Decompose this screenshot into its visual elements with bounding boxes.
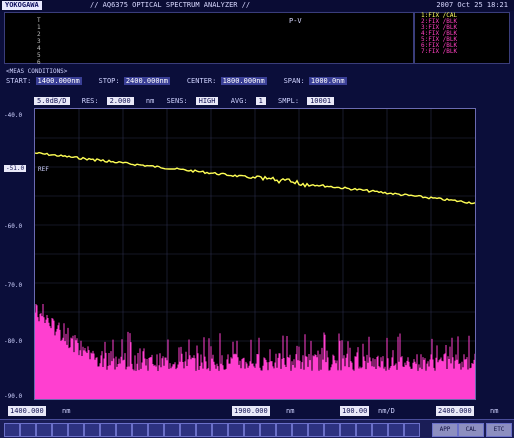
sens-label: SENS: [166, 97, 188, 105]
softkey-button[interactable] [340, 423, 356, 437]
start-value[interactable]: 1400.000nm [35, 77, 82, 85]
center-value[interactable]: 1800.000nm [220, 77, 267, 85]
softkey-button[interactable] [292, 423, 308, 437]
softkey-button[interactable] [372, 423, 388, 437]
parameter-bar: 5.0dB/D RES: 2.000 nm SENS: HIGH AVG: 1 SMP… [34, 96, 510, 107]
softkey-button[interactable] [196, 423, 212, 437]
cal-button[interactable]: CAL [458, 423, 484, 437]
etc-button[interactable]: ETC [486, 423, 512, 437]
y-axis-label: -90.0 [4, 393, 23, 400]
softkey-button[interactable] [100, 423, 116, 437]
trace-panel[interactable]: 1:FIX /CAL 2:FIX /BLK 3:FIX /BLK 4:FIX /… [414, 12, 510, 64]
scale-value[interactable]: 5.0dB/D [34, 97, 70, 105]
marker-row: 1 [37, 24, 41, 31]
softkey-button[interactable] [116, 423, 132, 437]
stop-unit: nm [490, 407, 499, 415]
app-button[interactable]: APP [432, 423, 458, 437]
instrument-title: // AQ6375 OPTICAL SPECTRUM ANALYZER // [90, 1, 251, 9]
y-axis-label: -70.0 [4, 282, 23, 289]
avg-label: AVG: [230, 97, 248, 105]
marker-list: T 1 2 3 4 5 6 [37, 17, 41, 66]
marker-row: 2 [37, 31, 41, 38]
stop-wavelength: 2400.000 [436, 406, 474, 416]
marker-row: 3 [37, 38, 41, 45]
span-value[interactable]: 1000.0nm [308, 77, 347, 85]
x-axis-values: 1400.000 nm 1900.000 nm 100.00 nm/D 2400… [0, 406, 514, 416]
sens-value[interactable]: HIGH [195, 97, 219, 105]
reference-level-box: -51.0 [4, 165, 27, 172]
y-axis-label: -40.0 [4, 112, 23, 119]
span-label: SPAN: [283, 77, 305, 85]
softkey-button[interactable] [212, 423, 228, 437]
marker-row: 5 [37, 52, 41, 59]
start-unit: nm [62, 407, 71, 415]
title-bar: YOKOGAWA // AQ6375 OPTICAL SPECTRUM ANAL… [0, 0, 514, 11]
conditions-heading: <MEAS CONDITIONS> [6, 68, 68, 75]
brand-logo: YOKOGAWA [2, 1, 42, 10]
softkey-button[interactable] [308, 423, 324, 437]
softkey-button[interactable] [404, 423, 420, 437]
softkey-button[interactable] [180, 423, 196, 437]
softkey-button[interactable] [148, 423, 164, 437]
softkey-button[interactable] [68, 423, 84, 437]
smpl-value[interactable]: 10001 [307, 97, 335, 105]
softkey-button[interactable] [276, 423, 292, 437]
marker-panel: T 1 2 3 4 5 6 P-V [4, 12, 414, 66]
per-div-value: 100.00 [340, 406, 370, 416]
y-axis-label: -60.0 [4, 223, 23, 230]
softkey-button[interactable] [36, 423, 52, 437]
softkey-button[interactable] [228, 423, 244, 437]
softkey-button[interactable] [20, 423, 36, 437]
softkey-button[interactable] [132, 423, 148, 437]
softkey-button[interactable] [52, 423, 68, 437]
spectrum-svg: REF [34, 109, 476, 399]
softkey-button[interactable] [388, 423, 404, 437]
softkey-button[interactable] [4, 423, 20, 437]
softkey-button[interactable] [324, 423, 340, 437]
smpl-label: SMPL: [278, 97, 300, 105]
softkey-button[interactable] [356, 423, 372, 437]
softkey-button[interactable] [244, 423, 260, 437]
peak-valley-label: P-V [289, 17, 302, 25]
center-wavelength: 1900.000 [232, 406, 270, 416]
per-div-unit: nm/D [378, 407, 395, 415]
measurement-conditions: <MEAS CONDITIONS> START: 1400.000nm STOP… [4, 66, 510, 88]
res-label: RES: [81, 97, 99, 105]
center-label: CENTER: [186, 77, 217, 85]
spectrum-plot[interactable]: REF [34, 108, 476, 400]
softkey-button[interactable] [84, 423, 100, 437]
res-unit: nm [145, 97, 155, 105]
start-wavelength: 1400.000 [8, 406, 46, 416]
start-label: START: [6, 77, 32, 85]
y-axis-label: -80.0 [4, 338, 23, 345]
marker-row: 4 [37, 45, 41, 52]
res-value[interactable]: 2.000 [106, 97, 134, 105]
marker-row: T [37, 17, 41, 24]
stop-value[interactable]: 2400.000nm [123, 77, 170, 85]
soft-key-toolbar: APP CAL ETC [0, 419, 514, 438]
softkey-button[interactable] [260, 423, 276, 437]
softkey-button[interactable] [164, 423, 180, 437]
ref-marker-text: REF [38, 166, 49, 173]
stop-label: STOP: [98, 77, 120, 85]
date-time: 2007 Oct 25 18:21 [436, 1, 508, 9]
trace-row[interactable]: 7:FIX /BLK [415, 49, 509, 55]
avg-value[interactable]: 1 [255, 97, 266, 105]
marker-row: 6 [37, 59, 41, 66]
center-unit: nm [286, 407, 295, 415]
conditions-row: START: 1400.000nm STOP: 2400.000nm CENTE… [6, 77, 347, 85]
